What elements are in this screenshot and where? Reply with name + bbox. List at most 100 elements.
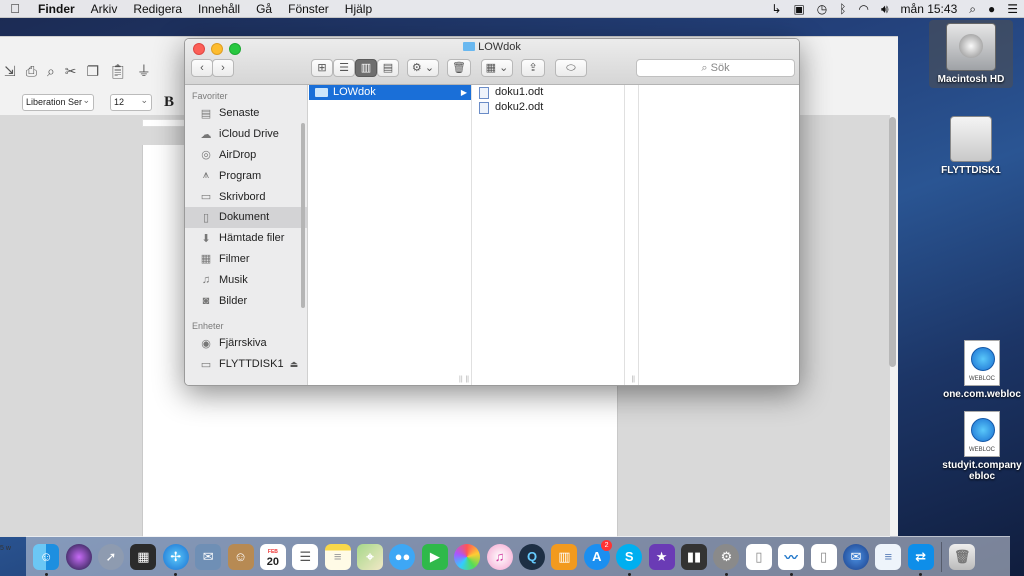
back-button[interactable]: ‹ xyxy=(191,59,213,77)
dock-thunderbird[interactable]: ✉ xyxy=(840,540,872,574)
column-resize-handle[interactable]: || xyxy=(465,376,469,383)
wifi-icon[interactable]: ◠ xyxy=(852,0,874,18)
bold-button[interactable]: B xyxy=(164,94,174,111)
dock-app-store[interactable]: A2 xyxy=(581,539,613,574)
dock-photos[interactable] xyxy=(451,540,483,574)
export-icon[interactable]: ⇲ xyxy=(4,63,16,80)
apple-menu-icon[interactable]:  xyxy=(0,1,30,16)
action-menu-button[interactable]: ⚙ ⌄ xyxy=(407,59,439,77)
menu-arkiv[interactable]: Arkiv xyxy=(83,0,126,18)
dock-ibooks[interactable]: ▥ xyxy=(548,540,580,574)
document-icon: ▯ xyxy=(202,211,210,224)
dock-quicktime[interactable]: Q xyxy=(516,540,548,574)
desktop-icon-flyttdisk[interactable]: FLYTTDISK1 xyxy=(929,116,1013,176)
forward-button[interactable]: › xyxy=(212,59,234,77)
spotlight-search-icon[interactable]: ⌕ xyxy=(963,0,982,18)
search-field[interactable]: ⌕ Sök xyxy=(636,59,795,77)
gallery-view-button[interactable]: ▤ xyxy=(377,59,399,77)
sidebar-item-filmer[interactable]: ▦ Filmer xyxy=(185,249,307,270)
sidebar-item-hamtade-filer[interactable]: ⬇ Hämtade filer xyxy=(185,228,307,249)
clone-format-icon[interactable]: ⏚ xyxy=(137,61,151,81)
print-icon[interactable]: ⎙ xyxy=(26,63,37,80)
sidebar-item-fjarrskiva[interactable]: ◉ Fjärrskiva xyxy=(185,333,307,354)
folder-row-lowdok[interactable]: LOWdok ▶ xyxy=(309,85,471,100)
sidebar-item-dokument[interactable]: ▯ Dokument xyxy=(185,206,307,228)
paste-icon[interactable]: 📋︎ xyxy=(109,63,127,80)
sidebar-header-devices: Enheter xyxy=(192,320,224,331)
dock-mail[interactable]: ✉ xyxy=(192,540,224,574)
dock-reminders[interactable]: ☰ xyxy=(289,540,321,574)
menu-redigera[interactable]: Redigera xyxy=(125,0,190,18)
desktop-icon-webloc-one[interactable]: WEBLOC one.com.webloc xyxy=(940,340,1024,400)
sidebar-item-flyttdisk[interactable]: ▭ FLYTTDISK1 ⏏ xyxy=(185,354,307,375)
time-machine-icon[interactable]: ◷ xyxy=(811,0,833,18)
siri-icon[interactable]: ● xyxy=(982,0,1001,18)
desktop-icon-macintosh-hd[interactable]: Macintosh HD xyxy=(929,20,1013,88)
dock-launchpad[interactable]: ➚ xyxy=(95,540,127,574)
menu-ga[interactable]: Gå xyxy=(248,0,280,18)
film-icon: ▦ xyxy=(200,253,212,266)
camera-icon: ◙ xyxy=(202,294,210,307)
dock-contacts[interactable]: ☺ xyxy=(224,540,256,574)
dock-mission-control[interactable]: ▦ xyxy=(127,540,159,574)
sidebar-item-airdrop[interactable]: ◎ AirDrop xyxy=(185,145,307,166)
running-indicator xyxy=(724,572,728,576)
sidebar-scrollbar[interactable] xyxy=(301,123,305,308)
print-preview-icon[interactable]: ⌕ xyxy=(47,63,55,80)
menu-fonster[interactable]: Fönster xyxy=(280,0,337,18)
notification-center-icon[interactable]: ☰ xyxy=(1001,0,1024,18)
dock-notes[interactable]: ≡ xyxy=(322,540,354,574)
dock-textedit[interactable]: ▯ xyxy=(807,540,839,574)
menu-innehall[interactable]: Innehåll xyxy=(190,0,248,18)
eject-icon[interactable]: ⏏ xyxy=(290,359,299,370)
dock-calendar[interactable]: FEB 20 xyxy=(257,540,289,574)
cut-icon[interactable]: ✂ xyxy=(65,63,77,80)
dock-siri[interactable] xyxy=(62,540,94,574)
arrange-button[interactable]: ▦ ⌄ xyxy=(481,59,513,77)
dock-finder[interactable]: ☺ xyxy=(30,540,62,576)
desktop-icon-webloc-studyit[interactable]: WEBLOC studyit.company ebloc xyxy=(940,411,1024,482)
clock[interactable]: mån 15:43 xyxy=(895,0,964,18)
volume-icon[interactable]: 🔊︎ xyxy=(875,0,895,18)
teamviewer-icon[interactable]: ▣ xyxy=(787,0,810,18)
script-icon[interactable]: ↳ xyxy=(765,0,787,18)
dock-itunes[interactable]: ♫ xyxy=(483,540,515,574)
dock-trash[interactable]: 🗑︎ xyxy=(946,540,978,574)
share-button[interactable]: ⇪ xyxy=(521,59,545,77)
sidebar-item-skrivbord[interactable]: ▭ Skrivbord xyxy=(185,186,307,207)
copy-icon[interactable]: ❐ xyxy=(87,63,100,80)
sidebar-item-bilder[interactable]: ◙ Bilder xyxy=(185,290,307,311)
font-name-box[interactable]: Liberation Ser xyxy=(22,93,94,111)
dock-text-doc[interactable]: ≡ xyxy=(872,540,904,574)
dock-teamviewer[interactable]: ⇄ xyxy=(905,540,937,576)
dock-facetime[interactable]: ▶ xyxy=(419,540,451,574)
file-row-doku1[interactable]: doku1.odt xyxy=(473,85,624,100)
column-view-button[interactable]: ▥ xyxy=(355,59,377,77)
dock-system-preferences[interactable]: ⚙ xyxy=(710,540,742,576)
tags-button[interactable]: ⬭ xyxy=(555,59,587,77)
list-view-button[interactable]: ☰ xyxy=(333,59,355,77)
dock-preview[interactable]: ▯ xyxy=(743,540,775,574)
column-resize-handle[interactable]: || xyxy=(631,376,635,383)
sidebar-item-program[interactable]: ⩚ Program xyxy=(185,165,307,186)
dock-skype[interactable]: S xyxy=(613,540,645,576)
trash-button[interactable]: 🗑︎ xyxy=(447,59,471,77)
font-size-box[interactable]: 12 xyxy=(110,93,152,111)
dock-safari[interactable]: ✢ xyxy=(160,540,192,576)
sidebar-item-icloud-drive[interactable]: ☁ iCloud Drive xyxy=(185,124,307,145)
menu-app-finder[interactable]: Finder xyxy=(30,0,83,18)
file-row-doku2[interactable]: doku2.odt xyxy=(473,100,624,115)
dock-video-editor[interactable]: ▮▮ xyxy=(678,540,710,574)
dock-openoffice[interactable]: 〰 xyxy=(775,540,807,576)
download-icon: ⬇ xyxy=(201,232,211,245)
dock-maps[interactable]: ⌖ xyxy=(354,540,386,574)
writer-scrollbar[interactable] xyxy=(889,117,896,367)
sidebar-item-musik[interactable]: ♫ Musik xyxy=(185,269,307,290)
bluetooth-icon[interactable]: ᛒ xyxy=(833,0,852,18)
sidebar-item-senaste[interactable]: ▤ Senaste xyxy=(185,103,307,124)
dock-messages[interactable]: ●● xyxy=(386,540,418,574)
icon-view-button[interactable]: ⊞ xyxy=(311,59,333,77)
column-resize-handle[interactable]: || xyxy=(459,376,463,383)
dock-imovie[interactable]: ★ xyxy=(645,540,677,574)
menu-hjalp[interactable]: Hjälp xyxy=(337,0,380,18)
